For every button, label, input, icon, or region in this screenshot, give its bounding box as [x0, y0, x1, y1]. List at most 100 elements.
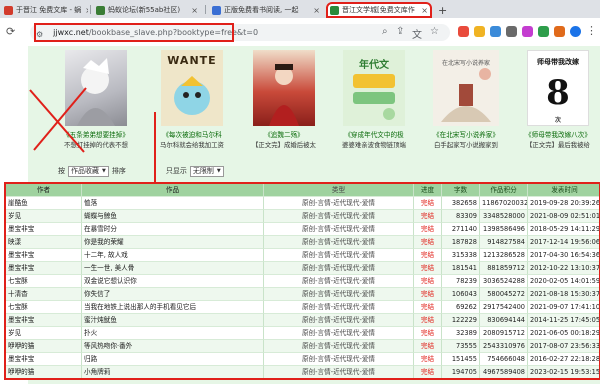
genre-cell: 原创-言情-近代现代-爱情: [264, 236, 414, 249]
table-row[interactable]: 崖酷鱼 恤落 原创-言情-近代现代-爱情 完结 382658 11867020032 201…: [6, 197, 599, 210]
author-cell[interactable]: 墨宝非宝: [6, 353, 82, 366]
title-link[interactable]: 归路: [82, 353, 264, 366]
extension-icon[interactable]: [474, 26, 485, 37]
translate-icon[interactable]: 文: [412, 26, 422, 41]
column-header-score[interactable]: 作品积分: [480, 184, 528, 197]
table-row[interactable]: 七宝酥 当我在地铁上说出那人的手机看见它后 原创-言情-近代现代-爱情 完结 69262…: [6, 301, 599, 314]
extension-icon[interactable]: [554, 26, 565, 37]
search-icon[interactable]: ⌕: [382, 26, 388, 37]
browser-tab-2[interactable]: 蚂蚁论坛(新55ab社区) ×: [92, 2, 202, 18]
book-cover-image[interactable]: 师母带我改嫁 8 次: [527, 50, 589, 126]
title-link[interactable]: 一生一世, 美人骨: [82, 262, 264, 275]
table-row[interactable]: 青花鱼搬粗JJ三月份就是我家下回原创-言情-近代现代-爱情完结319278176…: [6, 379, 600, 380]
author-cell[interactable]: 岁见: [6, 210, 82, 223]
table-row[interactable]: 咿咿的猫 小角牌莉 原创-言情-近代现代-爱情 完结 194705 4967589408 2…: [6, 366, 599, 378]
table-header-row: 作者 作品 类型 进度 字数 作品积分 发表时间: [6, 184, 599, 197]
extension-icon[interactable]: [522, 26, 533, 37]
share-icon[interactable]: ⇪: [396, 26, 404, 37]
filter-bar: 按 作品收藏 ▼ 排序 只显示 无限制 ▼: [58, 164, 227, 178]
author-cell[interactable]: 十清杳: [6, 288, 82, 301]
publish-time-cell: 2020-02-05 14:01:59: [528, 275, 599, 288]
title-link[interactable]: 十二年, 故人戏: [82, 249, 264, 262]
extension-icon[interactable]: [506, 26, 517, 37]
title-link[interactable]: 恤落: [82, 197, 264, 210]
author-cell[interactable]: 岁见: [6, 327, 82, 340]
column-header-publish-time[interactable]: 发表时间: [528, 184, 599, 197]
author-cell[interactable]: 七宝酥: [6, 301, 82, 314]
book-cover-image[interactable]: [253, 50, 315, 126]
table-row[interactable]: 映漾 你是我的荣耀 原创-言情-近代现代-爱情 完结 187828 914827584 20…: [6, 236, 599, 249]
title-link[interactable]: 双金说它想认识你: [82, 275, 264, 288]
book-cover-image[interactable]: WANTE: [161, 50, 223, 126]
title-link[interactable]: 在暴雪时分: [82, 223, 264, 236]
title-link[interactable]: 扑火: [82, 327, 264, 340]
close-icon[interactable]: ×: [187, 6, 198, 15]
table-row[interactable]: 七宝酥 双金说它想认识你 原创-言情-近代现代-爱情 完结 78239 303652428…: [6, 275, 599, 288]
book-cover-image[interactable]: 在北宋写小说养家: [433, 50, 499, 126]
close-icon[interactable]: ×: [417, 6, 428, 15]
bookmark-star-icon[interactable]: ☆: [430, 26, 439, 37]
browser-tab-1[interactable]: 于晋江 免费文库 - 蜗 ×: [0, 2, 88, 18]
status-cell: 完结: [414, 275, 442, 288]
book-title-link[interactable]: 《师母带我改嫁八次》: [512, 129, 600, 139]
author-cell[interactable]: 墨宝非宝: [6, 223, 82, 236]
title-link[interactable]: 当我在地铁上说出那人的手机看见它后: [82, 301, 264, 314]
close-icon[interactable]: ×: [81, 6, 88, 15]
author-cell[interactable]: 墨宝非宝: [6, 314, 82, 327]
table-row[interactable]: 十清杳 你失信了 原创-言情-近代现代-爱情 完结 106043 580045272 202…: [6, 288, 599, 301]
browser-tab-3[interactable]: 正版免费看书阅读, 一起 ×: [208, 2, 324, 18]
title-link[interactable]: 蜜汁炖鱿鱼: [82, 314, 264, 327]
extension-icon[interactable]: [490, 26, 501, 37]
featured-book[interactable]: 《追魏二殇》 【正文完】成婚后被太: [238, 50, 330, 149]
title-link[interactable]: JJ三月份就是我家下回: [82, 379, 264, 380]
column-header-word-count[interactable]: 字数: [442, 184, 480, 197]
browser-tab-4-active[interactable]: 晋江文学城[免费文库作 ×: [326, 2, 432, 18]
status-cell: 完结: [414, 197, 442, 210]
book-title-link[interactable]: 《追魏二殇》: [238, 129, 330, 139]
table-row[interactable]: 岁见 扑火 原创-言情-近代现代-爱情 完结 32389 2080915712 2021-0…: [6, 327, 599, 340]
publish-time-cell: 2014-04-01 16:41:17: [528, 379, 600, 380]
profile-avatar[interactable]: [570, 26, 581, 37]
title-link[interactable]: 你失信了: [82, 288, 264, 301]
menu-dots-icon[interactable]: ⋮: [586, 24, 597, 37]
status-cell: 完结: [414, 223, 442, 236]
title-link[interactable]: 你是我的荣耀: [82, 236, 264, 249]
column-header-title[interactable]: 作品: [82, 184, 264, 197]
sort-select[interactable]: 作品收藏 ▼: [68, 165, 109, 177]
author-cell[interactable]: 墨宝非宝: [6, 249, 82, 262]
close-icon[interactable]: ×: [309, 6, 320, 15]
title-link[interactable]: 小角牌莉: [82, 366, 264, 378]
reload-icon[interactable]: ⟳: [6, 25, 15, 38]
new-tab-button[interactable]: +: [434, 2, 452, 18]
table-row[interactable]: 墨宝非宝 十二年, 故人戏 原创-言情-近代现代-爱情 完结 315338 1213286…: [6, 249, 599, 262]
table-row[interactable]: 墨宝非宝 在暴雪时分 原创-言情-近代现代-爱情 完结 271140 1398586496…: [6, 223, 599, 236]
only-show-select[interactable]: 无限制 ▼: [189, 165, 224, 177]
title-link[interactable]: 蝴蝶与鲸鱼: [82, 210, 264, 223]
author-cell[interactable]: 映漾: [6, 236, 82, 249]
author-cell[interactable]: 咿咿的猫: [6, 340, 82, 353]
table-row[interactable]: 墨宝非宝 蜜汁炖鱿鱼 原创-言情-近代现代-爱情 完结 122229 830694144 2…: [6, 314, 599, 327]
extension-icon[interactable]: [458, 26, 469, 37]
book-title-link[interactable]: 《在北宋写小说养家》: [420, 129, 512, 139]
status-cell: 完结: [414, 366, 442, 378]
table-row[interactable]: 墨宝非宝 归路 原创-言情-近代现代-爱情 完结 151455 754666048 2016…: [6, 353, 599, 366]
table-row[interactable]: 岁见 蝴蝶与鲸鱼 原创-言情-近代现代-爱情 完结 83309 3348528000 202…: [6, 210, 599, 223]
author-cell[interactable]: 青花鱼搬粗: [6, 379, 82, 380]
column-header-genre[interactable]: 类型: [264, 184, 414, 197]
author-cell[interactable]: 咿咿的猫: [6, 366, 82, 378]
table-row[interactable]: 墨宝非宝 一生一世, 美人骨 原创-言情-近代现代-爱情 完结 181541 881859…: [6, 262, 599, 275]
table-row[interactable]: 咿咿的猫 等风热吻你·番外 原创-言情-近代现代-爱情 完结 73555 25433109…: [6, 340, 599, 353]
book-title-link[interactable]: 《穿成年代文中的极: [328, 129, 420, 139]
featured-book[interactable]: 年代文 《穿成年代文中的极 婆婆难亲波食物链顶端: [328, 50, 420, 149]
author-cell[interactable]: 崖酷鱼: [6, 197, 82, 210]
featured-book[interactable]: 在北宋写小说养家 《在北宋写小说养家》 白手起家写小说搬家到: [420, 50, 512, 149]
status-cell: 完结: [414, 236, 442, 249]
author-cell[interactable]: 七宝酥: [6, 275, 82, 288]
featured-book[interactable]: 师母带我改嫁 8 次 《师母带我改嫁八次》 【正文完】最后我被给: [512, 50, 600, 149]
extension-icon[interactable]: [538, 26, 549, 37]
author-cell[interactable]: 墨宝非宝: [6, 262, 82, 275]
column-header-status[interactable]: 进度: [414, 184, 442, 197]
book-cover-image[interactable]: 年代文: [343, 50, 405, 126]
column-header-author[interactable]: 作者: [6, 184, 82, 197]
title-link[interactable]: 等风热吻你·番外: [82, 340, 264, 353]
